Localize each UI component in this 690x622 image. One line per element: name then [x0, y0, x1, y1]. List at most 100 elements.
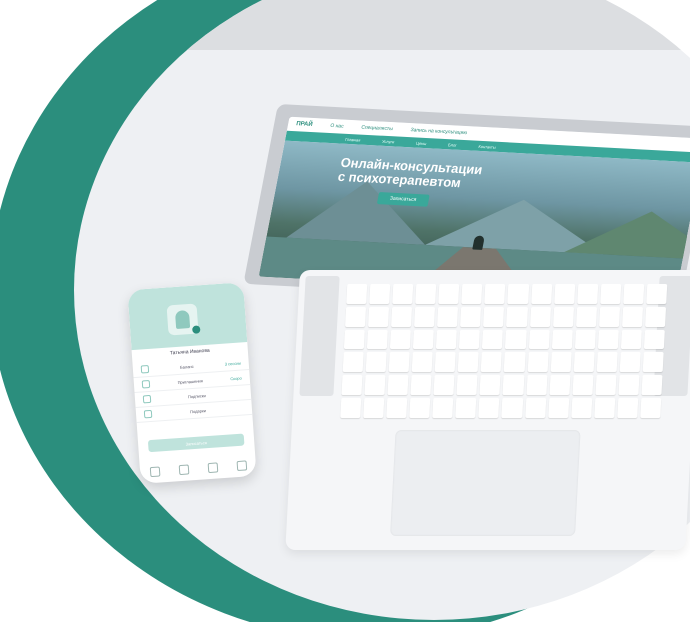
keyboard-key	[506, 306, 528, 327]
stage: ПРАЙ О нас Специалисты Запись на консуль…	[0, 0, 690, 622]
keyboard-key	[529, 306, 551, 327]
keyboard-key	[643, 329, 665, 350]
keyboard-key	[549, 375, 571, 396]
keyboard-key	[346, 284, 368, 304]
keyboard-key	[576, 284, 599, 304]
keyboard-key	[600, 284, 622, 304]
keyboard-key	[547, 398, 569, 418]
phone-tabbar	[140, 460, 256, 478]
keyboard-key	[528, 329, 550, 350]
keyboard-key	[409, 398, 431, 418]
keyboard-key	[481, 352, 503, 373]
home-tab-icon[interactable]	[236, 460, 247, 472]
phone-cta-button[interactable]: Записаться	[147, 433, 245, 453]
keyboard-key	[386, 398, 408, 418]
profile-tab-icon[interactable]	[149, 466, 160, 478]
keyboard-key	[369, 284, 391, 304]
keyboard-key	[434, 352, 457, 373]
row-value: 3 сессии	[224, 360, 241, 367]
keyboard-key	[596, 352, 618, 373]
keyboard-key	[504, 352, 526, 373]
list-icon	[142, 394, 152, 404]
keyboard-key	[413, 329, 435, 350]
site-nav-item[interactable]: О нас	[330, 123, 344, 130]
wallet-icon	[140, 364, 150, 374]
site-logo[interactable]: ПРАЙ	[296, 121, 313, 128]
keyboard-key	[411, 352, 433, 373]
keyboard-key	[341, 375, 363, 396]
desk-edge	[74, 0, 690, 50]
keyboard-key	[597, 329, 619, 350]
keyboard-key	[598, 306, 620, 327]
site-menu-item[interactable]: Главная	[345, 136, 361, 142]
keyboard-key	[365, 352, 387, 373]
keyboard-key	[455, 398, 477, 418]
keyboard-key	[391, 306, 413, 327]
keyboard-key	[436, 329, 458, 350]
keyboard-key	[366, 329, 389, 350]
keyboard-key	[524, 398, 546, 418]
keyboard-key	[433, 375, 455, 396]
keyboard-key	[507, 284, 529, 304]
ticket-icon	[141, 379, 151, 389]
laptop: ПРАЙ О нас Специалисты Запись на консуль…	[243, 100, 690, 550]
site-menu-item[interactable]: Контакты	[478, 143, 496, 149]
keyboard-key	[342, 352, 364, 373]
keyboard-key	[461, 284, 483, 304]
keyboard-key	[457, 352, 480, 373]
keyboard-key	[343, 329, 365, 350]
row-label: Подписки	[187, 392, 206, 399]
row-label: Баланс	[179, 363, 194, 370]
keyboard-key	[388, 352, 410, 373]
site-menu-item[interactable]: Услуги	[382, 138, 395, 144]
keyboard-key	[641, 375, 663, 396]
keyboard-key	[437, 306, 459, 327]
keyboard-key	[456, 375, 478, 396]
keyboard-key	[572, 375, 594, 396]
keyboard-key	[526, 375, 548, 396]
laptop-deck	[285, 270, 690, 550]
keyboard-key	[505, 329, 527, 350]
keyboard-key	[364, 375, 386, 396]
site-nav-item[interactable]: Запись на консультацию	[410, 127, 468, 136]
keyboard-key	[574, 329, 596, 350]
keyboard-key	[459, 329, 481, 350]
keyboard-key	[501, 398, 523, 418]
keyboard-key	[368, 306, 390, 327]
trackpad	[390, 430, 581, 536]
gift-icon	[143, 409, 153, 419]
keyboard-key	[550, 352, 572, 373]
keyboard-key	[502, 375, 525, 396]
site-menu-item[interactable]: Цены	[416, 140, 427, 146]
hero-cta-button[interactable]: Записаться	[376, 192, 430, 207]
site-nav-item[interactable]: Специалисты	[361, 125, 394, 133]
keyboard-key	[623, 284, 645, 304]
user-icon	[174, 310, 191, 329]
speaker-grille-left	[299, 276, 340, 396]
calendar-tab-icon[interactable]	[178, 464, 189, 476]
keyboard-key	[594, 398, 616, 418]
keyboard-key	[432, 398, 454, 418]
keyboard-key	[414, 306, 436, 327]
keyboard-key	[595, 375, 617, 396]
keyboard-key	[618, 375, 640, 396]
phone: Татьяна Иванова Баланс 3 сессии Приглаше…	[127, 282, 257, 484]
settings-tab-icon[interactable]	[207, 462, 218, 474]
keyboard-key	[642, 352, 664, 373]
keyboard-key	[551, 329, 573, 350]
site-menu-item[interactable]: Блог	[448, 142, 458, 147]
keyboard-key	[392, 284, 414, 304]
phone-header	[127, 282, 248, 351]
keyboard-key	[553, 284, 575, 304]
keyboard-key	[479, 375, 501, 396]
keyboard-key	[363, 398, 385, 418]
keyboard-key	[530, 284, 552, 304]
keyboard-key	[410, 375, 432, 396]
keyboard-key	[389, 329, 412, 350]
keyboard-key	[484, 284, 506, 304]
keyboard-key	[483, 306, 505, 327]
keyboard-key	[482, 329, 504, 350]
keyboard-key	[640, 398, 662, 418]
keyboard-key	[340, 398, 362, 418]
keyboard-key	[644, 306, 667, 327]
